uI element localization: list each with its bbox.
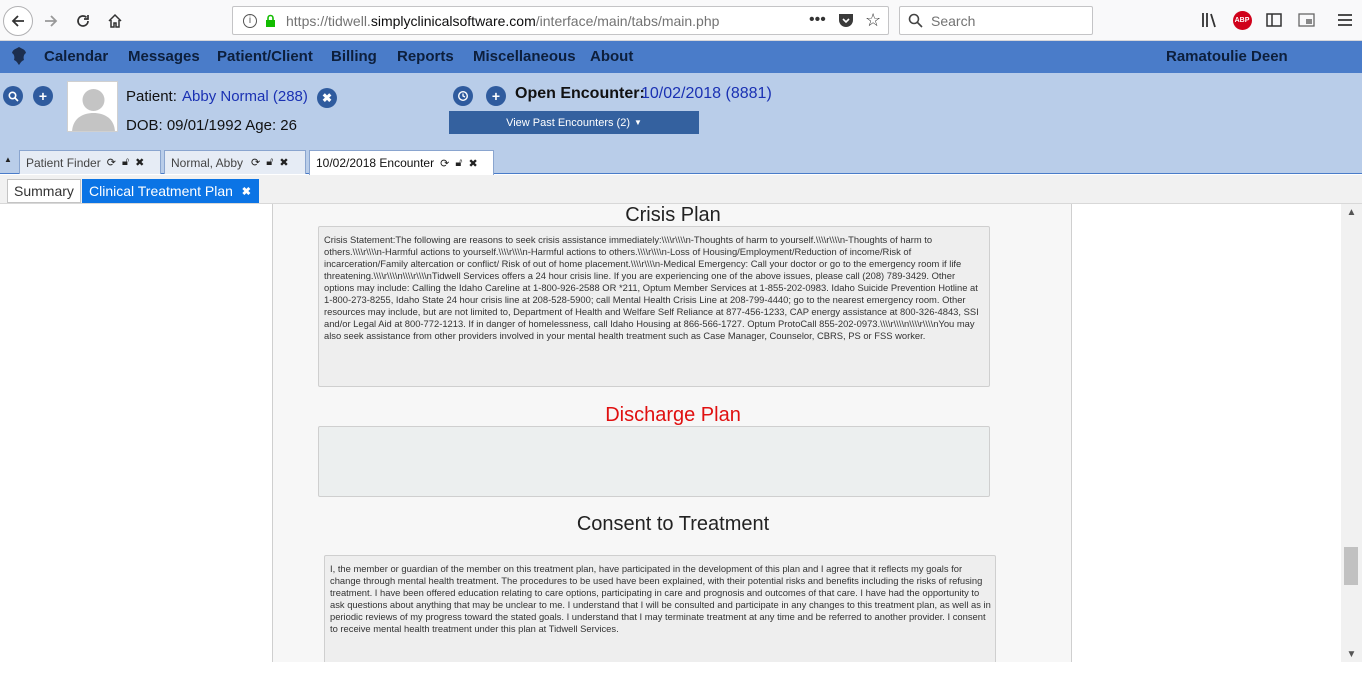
refresh-icon[interactable]: ⟳ bbox=[107, 156, 116, 169]
crisis-plan-title: Crisis Plan bbox=[625, 204, 721, 226]
history-icon bbox=[457, 90, 469, 102]
patient-name-link[interactable]: Abby Normal (288) bbox=[182, 88, 308, 105]
caret-down-icon: ▼ bbox=[634, 118, 642, 127]
unlock-icon[interactable]: 🔓︎ bbox=[122, 156, 129, 169]
menu-calendar[interactable]: Calendar bbox=[44, 48, 108, 65]
discharge-plan-text[interactable] bbox=[318, 426, 990, 497]
user-name[interactable]: Ramatoulie Deen bbox=[1166, 48, 1288, 65]
avatar-silhouette-icon bbox=[68, 82, 117, 131]
pocket-icon[interactable] bbox=[838, 13, 854, 31]
tab-label: 10/02/2018 Encounter bbox=[316, 156, 435, 170]
close-tab-icon[interactable]: ✖ bbox=[468, 157, 477, 170]
scroll-down-icon[interactable]: ▼ bbox=[1341, 646, 1362, 662]
reload-icon bbox=[77, 15, 89, 27]
app-menubar: Calendar Messages Patient/Client Billing… bbox=[0, 41, 1362, 73]
open-encounter-link[interactable]: 10/02/2018 (8881) bbox=[641, 85, 772, 103]
new-encounter-button[interactable]: + bbox=[486, 86, 506, 106]
close-icon: ✖ bbox=[321, 91, 333, 105]
scroll-thumb[interactable] bbox=[1344, 547, 1358, 585]
sidebar-icon[interactable] bbox=[1262, 8, 1286, 32]
menu-reports[interactable]: Reports bbox=[397, 48, 454, 65]
library-icon[interactable] bbox=[1198, 8, 1222, 32]
close-patient-button[interactable]: ✖ bbox=[317, 88, 337, 108]
tab-label: Patient Finder bbox=[26, 155, 101, 170]
patient-dob-age: DOB: 09/01/1992 Age: 26 bbox=[126, 117, 297, 134]
menu-messages[interactable]: Messages bbox=[128, 48, 200, 65]
search-icon bbox=[908, 13, 923, 28]
consent-to-treatment-text[interactable]: I, the member or guardian of the member … bbox=[324, 555, 996, 662]
adblock-icon[interactable]: ABP bbox=[1230, 8, 1254, 32]
patient-header: + Patient: Abby Normal (288) ✖ DOB: 09/0… bbox=[0, 73, 1362, 147]
tab-clinical-treatment-plan[interactable]: Clinical Treatment Plan ✖ bbox=[82, 179, 259, 203]
hamburger-menu-icon[interactable] bbox=[1333, 8, 1357, 32]
patient-search-button[interactable] bbox=[3, 86, 23, 106]
adblock-label: ABP bbox=[1232, 10, 1252, 30]
lock-icon bbox=[265, 14, 276, 27]
discharge-plan-title: Discharge Plan bbox=[605, 404, 741, 426]
unlock-icon[interactable]: 🔓︎ bbox=[455, 157, 462, 170]
url-path: /interface/main/tabs/main.php bbox=[535, 12, 720, 29]
tab-clinical-treatment-plan-label: Clinical Treatment Plan bbox=[89, 183, 233, 199]
menu-billing[interactable]: Billing bbox=[331, 48, 377, 65]
url-domain: simplyclinicalsoftware.com bbox=[370, 12, 536, 29]
back-arrow-icon bbox=[11, 15, 24, 27]
avatar bbox=[67, 81, 118, 132]
plus-icon: + bbox=[38, 88, 48, 104]
tab-patient-finder[interactable]: Patient Finder ⟳ 🔓︎ ✖ bbox=[19, 150, 161, 174]
crisis-plan-text[interactable]: Crisis Statement:The following are reaso… bbox=[318, 226, 990, 387]
app-logo-icon[interactable] bbox=[10, 46, 28, 66]
search-icon bbox=[7, 90, 19, 102]
menu-miscellaneous[interactable]: Miscellaneous bbox=[473, 48, 576, 65]
tab-summary-label: Summary bbox=[14, 183, 74, 199]
menu-about[interactable]: About bbox=[590, 48, 633, 65]
screenshot-icon[interactable] bbox=[1294, 8, 1318, 32]
close-tab-icon[interactable]: ✖ bbox=[135, 156, 144, 169]
address-bar[interactable]: i https://tidwell.simplyclinicalsoftware… bbox=[232, 6, 889, 35]
page-actions-icon[interactable]: ••• bbox=[809, 11, 826, 29]
scroll-up-icon[interactable]: ▲ bbox=[1341, 204, 1362, 220]
tab-label: Normal, Abby bbox=[171, 155, 244, 170]
url-prefix: https://tidwell. bbox=[286, 12, 371, 29]
refresh-icon[interactable]: ⟳ bbox=[440, 157, 449, 170]
search-input[interactable]: Search bbox=[899, 6, 1093, 35]
tab-summary[interactable]: Summary bbox=[7, 179, 81, 203]
reload-button[interactable] bbox=[68, 6, 98, 36]
bookmark-star-icon[interactable]: ☆ bbox=[865, 10, 881, 31]
tab-normal-abby[interactable]: Normal, Abby ⟳ 🔓︎ ✖ bbox=[164, 150, 306, 174]
patient-label: Patient: bbox=[126, 88, 177, 105]
open-encounter-label: Open Encounter: bbox=[515, 85, 645, 102]
close-tab-icon[interactable]: ✖ bbox=[279, 156, 288, 169]
view-past-encounters-label: View Past Encounters (2) bbox=[506, 116, 630, 129]
document-tabstrip: ▲ Patient Finder ⟳ 🔓︎ ✖ Normal, Abby ⟳ 🔓… bbox=[0, 147, 1362, 175]
encounter-history-button[interactable] bbox=[453, 86, 473, 106]
treatment-plan-content: Crisis Plan Crisis Statement:The followi… bbox=[0, 204, 1362, 662]
treatment-plan-document: Crisis Plan Crisis Statement:The followi… bbox=[272, 204, 1072, 662]
info-icon[interactable]: i bbox=[243, 13, 257, 28]
consent-to-treatment-title: Consent to Treatment bbox=[576, 513, 770, 535]
close-tab-icon[interactable]: ✖ bbox=[242, 185, 251, 198]
back-button[interactable] bbox=[3, 6, 33, 36]
content-scrollbar[interactable]: ▲ ▼ bbox=[1341, 204, 1362, 662]
encounter-subtabs: Summary Clinical Treatment Plan ✖ bbox=[0, 175, 1362, 204]
forward-button[interactable] bbox=[36, 6, 66, 36]
collapse-header-icon[interactable]: ▲ bbox=[4, 155, 12, 164]
view-past-encounters-button[interactable]: View Past Encounters (2) ▼ bbox=[449, 111, 699, 134]
unlock-icon[interactable]: 🔓︎ bbox=[266, 156, 273, 169]
tab-encounter[interactable]: 10/02/2018 Encounter ⟳ 🔓︎ ✖ bbox=[309, 150, 494, 175]
plus-icon: + bbox=[491, 88, 501, 104]
search-placeholder: Search bbox=[931, 12, 976, 29]
refresh-icon[interactable]: ⟳ bbox=[251, 156, 260, 169]
home-icon bbox=[108, 13, 122, 28]
add-patient-button[interactable]: + bbox=[33, 86, 53, 106]
browser-toolbar: i https://tidwell.simplyclinicalsoftware… bbox=[0, 0, 1362, 41]
home-button[interactable] bbox=[100, 6, 130, 36]
menu-patient-client[interactable]: Patient/Client bbox=[217, 48, 313, 65]
forward-arrow-icon bbox=[45, 15, 58, 27]
